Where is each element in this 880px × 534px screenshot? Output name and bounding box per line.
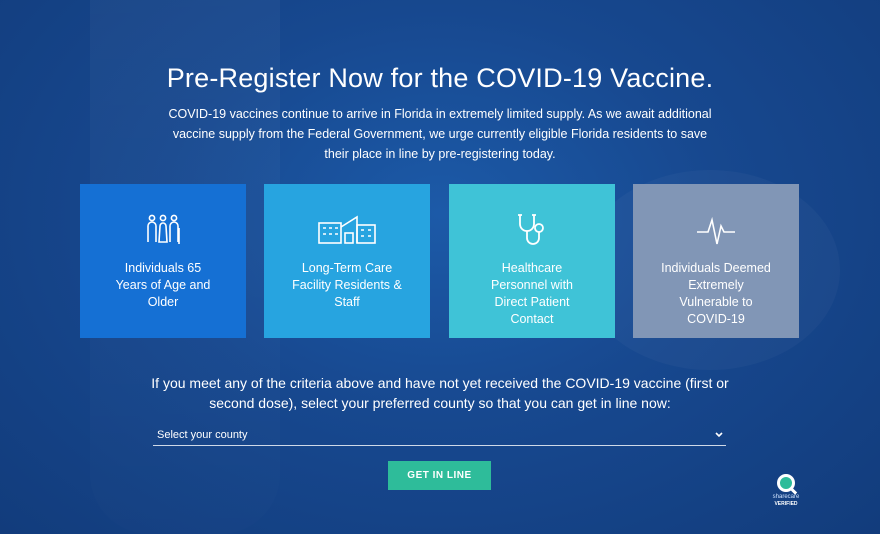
facility-icon xyxy=(317,212,377,248)
stethoscope-icon xyxy=(514,212,550,248)
card-label: Long-Term Care Facility Residents & Staf… xyxy=(292,261,402,309)
county-select[interactable]: Select your county xyxy=(153,425,726,446)
card-label: Healthcare Personnel with Direct Patient… xyxy=(491,261,573,326)
card-healthcare: Healthcare Personnel with Direct Patient… xyxy=(449,184,615,338)
card-label: Individuals 65 Years of Age and Older xyxy=(115,261,211,309)
get-in-line-button[interactable]: GET IN LINE xyxy=(388,461,491,490)
sharecare-verified-badge[interactable]: sharecare VERIFIED xyxy=(768,474,804,512)
badge-verified: VERIFIED xyxy=(774,501,798,507)
page-title: Pre-Register Now for the COVID-19 Vaccin… xyxy=(166,63,714,93)
chevron-down-icon xyxy=(715,430,723,440)
criteria-text: If you meet any of the criteria above an… xyxy=(151,375,729,411)
heartbeat-icon xyxy=(696,212,736,248)
seniors-icon xyxy=(145,212,181,248)
sharecare-logo-icon xyxy=(777,474,795,492)
card-long-term-care: Long-Term Care Facility Residents & Staf… xyxy=(264,184,430,338)
intro-text: COVID-19 vaccines continue to arrive in … xyxy=(168,107,712,161)
badge-brand: sharecare xyxy=(772,494,800,500)
card-seniors: Individuals 65 Years of Age and Older xyxy=(80,184,246,338)
card-vulnerable: Individuals Deemed Extremely Vulnerable … xyxy=(633,184,799,338)
card-label: Individuals Deemed Extremely Vulnerable … xyxy=(661,261,771,326)
county-select-value: Select your county xyxy=(157,429,248,441)
